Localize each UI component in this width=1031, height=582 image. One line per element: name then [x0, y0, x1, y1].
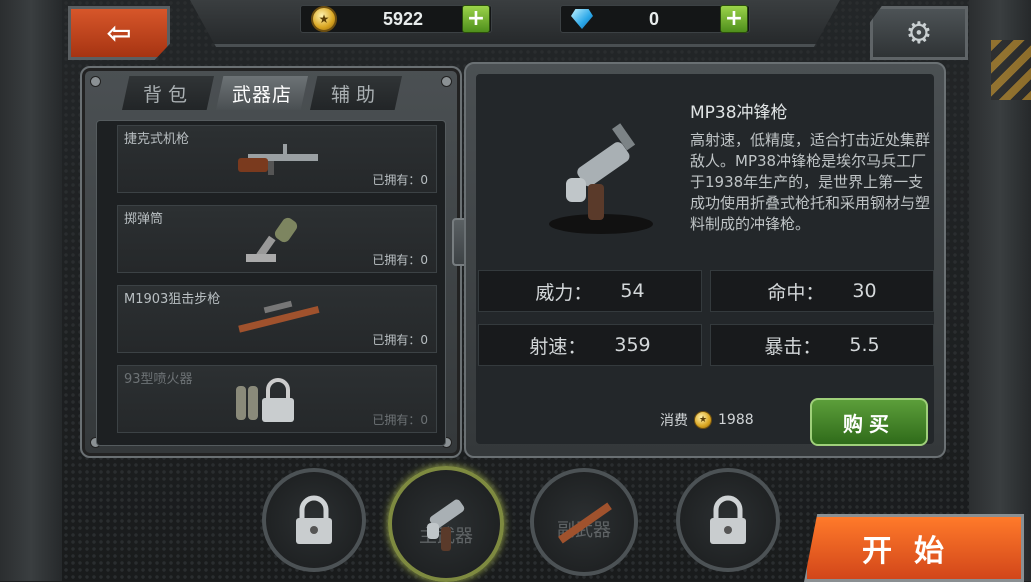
weapon-name: 掷弹筒: [124, 212, 164, 227]
sniper-rifle-icon: [238, 300, 320, 333]
stat-value: 54: [620, 280, 645, 302]
settings-button[interactable]: ⚙: [870, 6, 968, 60]
back-button[interactable]: ⇦: [68, 6, 170, 60]
shop-tabs: 背包 武器店 辅助: [122, 76, 402, 110]
gear-icon: ⚙: [905, 15, 933, 51]
detail-inner: MP38冲锋枪 高射速，低精度，适合打击近处集群敌人。MP38冲锋枪是埃尔马兵工…: [476, 74, 934, 446]
list-item-locked[interactable]: 93型喷火器 已拥有：0: [117, 365, 437, 433]
back-arrow-icon: ⇦: [106, 15, 132, 51]
stat-value: 5.5: [849, 334, 880, 356]
gem-display: 0 +: [560, 4, 750, 34]
right-frame: [969, 0, 1031, 581]
lock-icon: [710, 495, 746, 544]
buy-button[interactable]: 购买: [810, 398, 928, 446]
coin-amount: 5922: [383, 8, 424, 29]
weapon-name: 捷克式机枪: [124, 132, 190, 147]
gem-icon: [571, 9, 593, 29]
list-item[interactable]: M1903狙击步枪 已拥有：0: [117, 285, 437, 353]
tab-backpack[interactable]: 背包: [122, 76, 214, 110]
coin-display: ★ 5922 +: [300, 4, 492, 34]
shop-panel: 背包 武器店 辅助 捷克式机枪 已拥有：0 掷弹筒 已拥有：0 M1903狙击步…: [80, 66, 462, 458]
stat-label: 命中：: [767, 281, 825, 304]
weapon-description: 高射速，低精度，适合打击近处集群敌人。MP38冲锋枪是埃尔马兵工厂于1938年生…: [690, 131, 931, 233]
slot-primary-weapon[interactable]: 主武器: [388, 466, 504, 582]
owned-count: 已拥有：0: [372, 173, 428, 187]
slot-locked-1[interactable]: [262, 468, 366, 572]
stat-power: 威力： 54: [478, 270, 702, 312]
slot-secondary-weapon[interactable]: 副武器: [530, 468, 638, 576]
left-frame: [0, 0, 62, 581]
weapon-title: MP38冲锋枪: [690, 103, 788, 123]
slot-locked-2[interactable]: [676, 468, 780, 572]
cost-label: 消费: [660, 413, 688, 429]
list-item[interactable]: 掷弹筒 已拥有：0: [117, 205, 437, 273]
bolt-icon: [90, 76, 101, 87]
tab-support[interactable]: 辅助: [310, 76, 402, 110]
stat-label: 威力：: [535, 281, 593, 304]
coin-icon: ★: [311, 6, 337, 32]
stat-value: 359: [614, 334, 651, 356]
weapon-name: M1903狙击步枪: [124, 292, 221, 307]
weapon-name: 93型喷火器: [124, 372, 193, 387]
coin-icon: ★: [694, 411, 712, 429]
stat-value: 30: [852, 280, 877, 302]
stat-label: 暴击：: [764, 335, 822, 358]
stat-fire-rate: 射速： 359: [478, 324, 702, 366]
add-coins-button[interactable]: +: [462, 5, 490, 33]
lock-icon: [296, 495, 332, 544]
owned-count: 已拥有：0: [372, 333, 428, 347]
owned-count: 已拥有：0: [372, 253, 428, 267]
stat-accuracy: 命中： 30: [710, 270, 934, 312]
cost-value: 1988: [718, 412, 754, 428]
hazard-stripes: [991, 40, 1031, 100]
add-gems-button[interactable]: +: [720, 5, 748, 33]
list-item[interactable]: 捷克式机枪 已拥有：0: [117, 125, 437, 193]
start-button[interactable]: 开始: [804, 514, 1024, 582]
tab-weapon-shop[interactable]: 武器店: [216, 76, 308, 110]
machine-gun-icon: [238, 144, 318, 175]
stat-label: 射速：: [529, 335, 587, 358]
mp38-icon: [427, 499, 465, 551]
bolt-icon: [441, 76, 452, 87]
grenade-launcher-icon: [246, 217, 298, 262]
weapon-list[interactable]: 捷克式机枪 已拥有：0 掷弹筒 已拥有：0 M1903狙击步枪 已拥有：0 93…: [96, 120, 446, 446]
mp38-icon: [549, 123, 653, 234]
rifle-icon: [558, 502, 612, 544]
cost-display: 消费 ★ 1988: [660, 410, 754, 430]
weapon-detail-panel: MP38冲锋枪 高射速，低精度，适合打击近处集群敌人。MP38冲锋枪是埃尔马兵工…: [464, 62, 946, 458]
stat-crit: 暴击： 5.5: [710, 324, 934, 366]
gem-amount: 0: [649, 8, 660, 29]
lock-icon: [236, 378, 294, 422]
owned-count: 已拥有：0: [372, 413, 428, 427]
